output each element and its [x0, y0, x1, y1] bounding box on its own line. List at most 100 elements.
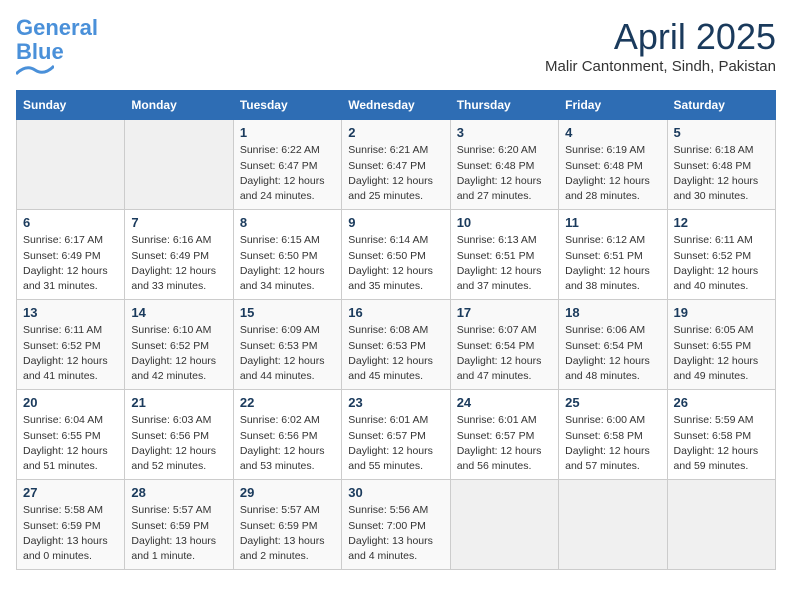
- calendar-cell: [667, 480, 775, 570]
- week-row-4: 20 Sunrise: 6:04 AMSunset: 6:55 PMDayligh…: [17, 390, 776, 480]
- calendar-cell: 29 Sunrise: 5:57 AMSunset: 6:59 PMDayligh…: [233, 480, 341, 570]
- day-info: Sunrise: 6:09 AMSunset: 6:53 PMDaylight:…: [240, 323, 335, 384]
- logo-blue: Blue: [16, 39, 64, 64]
- col-thursday: Thursday: [450, 91, 558, 120]
- calendar-cell: 28Sunrise: 5:57 AMSunset: 6:59 PMDayligh…: [125, 480, 233, 570]
- day-info: Sunrise: 6:17 AMSunset: 6:49 PMDaylight:…: [23, 233, 118, 294]
- day-info: Sunrise: 6:06 AMSunset: 6:54 PMDaylight:…: [565, 323, 660, 384]
- day-info: Sunrise: 6:04 AMSunset: 6:55 PMDaylight:…: [23, 413, 118, 474]
- day-number: 13: [23, 305, 118, 320]
- logo-wave-icon: [16, 62, 54, 78]
- day-info: Sunrise: 6:07 AMSunset: 6:54 PMDaylight:…: [457, 323, 552, 384]
- calendar-cell: 18 Sunrise: 6:06 AMSunset: 6:54 PMDayligh…: [559, 300, 667, 390]
- day-info: Sunrise: 6:10 AMSunset: 6:52 PMDaylight:…: [131, 323, 226, 384]
- location: Malir Cantonment, Sindh, Pakistan: [545, 58, 776, 75]
- day-number: 2: [348, 125, 443, 140]
- day-number: 6: [23, 215, 118, 230]
- calendar-cell: 7Sunrise: 6:16 AMSunset: 6:49 PMDaylight…: [125, 210, 233, 300]
- day-number: 15: [240, 305, 335, 320]
- col-monday: Monday: [125, 91, 233, 120]
- col-friday: Friday: [559, 91, 667, 120]
- day-number: 5: [674, 125, 769, 140]
- day-number: 20: [23, 395, 118, 410]
- calendar-table: Sunday Monday Tuesday Wednesday Thursday…: [16, 90, 776, 570]
- calendar-cell: 16Sunrise: 6:08 AMSunset: 6:53 PMDayligh…: [342, 300, 450, 390]
- calendar-cell: 23Sunrise: 6:01 AMSunset: 6:57 PMDayligh…: [342, 390, 450, 480]
- day-number: 21: [131, 395, 226, 410]
- day-number: 26: [674, 395, 769, 410]
- day-number: 27: [23, 485, 118, 500]
- day-info: Sunrise: 6:19 AMSunset: 6:48 PMDaylight:…: [565, 143, 660, 204]
- calendar-cell: 15 Sunrise: 6:09 AMSunset: 6:53 PMDayligh…: [233, 300, 341, 390]
- month-title: April 2025: [545, 16, 776, 58]
- calendar-cell: 5 Sunrise: 6:18 AMSunset: 6:48 PMDaylight…: [667, 120, 775, 210]
- col-sunday: Sunday: [17, 91, 125, 120]
- calendar-cell: 13 Sunrise: 6:11 AMSunset: 6:52 PMDayligh…: [17, 300, 125, 390]
- col-saturday: Saturday: [667, 91, 775, 120]
- day-number: 4: [565, 125, 660, 140]
- week-row-3: 13 Sunrise: 6:11 AMSunset: 6:52 PMDayligh…: [17, 300, 776, 390]
- day-number: 30: [348, 485, 443, 500]
- logo-general: General: [16, 15, 98, 40]
- logo: General Blue: [16, 16, 98, 78]
- day-number: 11: [565, 215, 660, 230]
- calendar-cell: 14 Sunrise: 6:10 AMSunset: 6:52 PMDayligh…: [125, 300, 233, 390]
- day-info: Sunrise: 6:15 AMSunset: 6:50 PMDaylight:…: [240, 233, 335, 294]
- day-number: 24: [457, 395, 552, 410]
- day-info: Sunrise: 6:11 AMSunset: 6:52 PMDaylight:…: [674, 233, 769, 294]
- calendar-cell: 24 Sunrise: 6:01 AMSunset: 6:57 PMDayligh…: [450, 390, 558, 480]
- page-header: General Blue April 2025 Malir Cantonment…: [16, 16, 776, 78]
- calendar-cell: [17, 120, 125, 210]
- calendar-cell: 30Sunrise: 5:56 AMSunset: 7:00 PMDayligh…: [342, 480, 450, 570]
- calendar-cell: 4 Sunrise: 6:19 AMSunset: 6:48 PMDaylight…: [559, 120, 667, 210]
- calendar-cell: 9Sunrise: 6:14 AMSunset: 6:50 PMDaylight…: [342, 210, 450, 300]
- day-info: Sunrise: 6:11 AMSunset: 6:52 PMDaylight:…: [23, 323, 118, 384]
- title-section: April 2025 Malir Cantonment, Sindh, Paki…: [545, 16, 776, 75]
- day-info: Sunrise: 5:57 AMSunset: 6:59 PMDaylight:…: [131, 503, 226, 564]
- week-row-2: 6 Sunrise: 6:17 AMSunset: 6:49 PMDaylight…: [17, 210, 776, 300]
- week-row-5: 27Sunrise: 5:58 AMSunset: 6:59 PMDayligh…: [17, 480, 776, 570]
- calendar-cell: 17 Sunrise: 6:07 AMSunset: 6:54 PMDayligh…: [450, 300, 558, 390]
- day-number: 3: [457, 125, 552, 140]
- day-number: 1: [240, 125, 335, 140]
- calendar-cell: 10Sunrise: 6:13 AMSunset: 6:51 PMDayligh…: [450, 210, 558, 300]
- day-number: 23: [348, 395, 443, 410]
- day-info: Sunrise: 6:03 AMSunset: 6:56 PMDaylight:…: [131, 413, 226, 474]
- calendar-cell: 6 Sunrise: 6:17 AMSunset: 6:49 PMDaylight…: [17, 210, 125, 300]
- day-number: 25: [565, 395, 660, 410]
- day-number: 22: [240, 395, 335, 410]
- day-number: 12: [674, 215, 769, 230]
- day-number: 19: [674, 305, 769, 320]
- day-info: Sunrise: 6:00 AMSunset: 6:58 PMDaylight:…: [565, 413, 660, 474]
- calendar-cell: 19 Sunrise: 6:05 AMSunset: 6:55 PMDayligh…: [667, 300, 775, 390]
- calendar-cell: 25 Sunrise: 6:00 AMSunset: 6:58 PMDayligh…: [559, 390, 667, 480]
- calendar-cell: 26Sunrise: 5:59 AMSunset: 6:58 PMDayligh…: [667, 390, 775, 480]
- calendar-cell: 11 Sunrise: 6:12 AMSunset: 6:51 PMDayligh…: [559, 210, 667, 300]
- day-info: Sunrise: 6:01 AMSunset: 6:57 PMDaylight:…: [457, 413, 552, 474]
- day-number: 18: [565, 305, 660, 320]
- day-info: Sunrise: 6:22 AMSunset: 6:47 PMDaylight:…: [240, 143, 335, 204]
- day-info: Sunrise: 5:57 AMSunset: 6:59 PMDaylight:…: [240, 503, 335, 564]
- calendar-cell: 1 Sunrise: 6:22 AMSunset: 6:47 PMDaylight…: [233, 120, 341, 210]
- day-info: Sunrise: 6:16 AMSunset: 6:49 PMDaylight:…: [131, 233, 226, 294]
- calendar-cell: 12 Sunrise: 6:11 AMSunset: 6:52 PMDayligh…: [667, 210, 775, 300]
- day-number: 8: [240, 215, 335, 230]
- col-tuesday: Tuesday: [233, 91, 341, 120]
- calendar-cell: 8 Sunrise: 6:15 AMSunset: 6:50 PMDaylight…: [233, 210, 341, 300]
- week-row-1: 1 Sunrise: 6:22 AMSunset: 6:47 PMDaylight…: [17, 120, 776, 210]
- calendar-cell: 3Sunrise: 6:20 AMSunset: 6:48 PMDaylight…: [450, 120, 558, 210]
- calendar-cell: 2 Sunrise: 6:21 AMSunset: 6:47 PMDaylight…: [342, 120, 450, 210]
- day-number: 14: [131, 305, 226, 320]
- day-info: Sunrise: 6:13 AMSunset: 6:51 PMDaylight:…: [457, 233, 552, 294]
- calendar-cell: 21 Sunrise: 6:03 AMSunset: 6:56 PMDayligh…: [125, 390, 233, 480]
- day-info: Sunrise: 6:12 AMSunset: 6:51 PMDaylight:…: [565, 233, 660, 294]
- day-number: 29: [240, 485, 335, 500]
- day-info: Sunrise: 6:14 AMSunset: 6:50 PMDaylight:…: [348, 233, 443, 294]
- day-info: Sunrise: 6:05 AMSunset: 6:55 PMDaylight:…: [674, 323, 769, 384]
- day-info: Sunrise: 6:18 AMSunset: 6:48 PMDaylight:…: [674, 143, 769, 204]
- day-number: 17: [457, 305, 552, 320]
- day-info: Sunrise: 6:21 AMSunset: 6:47 PMDaylight:…: [348, 143, 443, 204]
- calendar-cell: [125, 120, 233, 210]
- calendar-cell: [450, 480, 558, 570]
- calendar-cell: 27Sunrise: 5:58 AMSunset: 6:59 PMDayligh…: [17, 480, 125, 570]
